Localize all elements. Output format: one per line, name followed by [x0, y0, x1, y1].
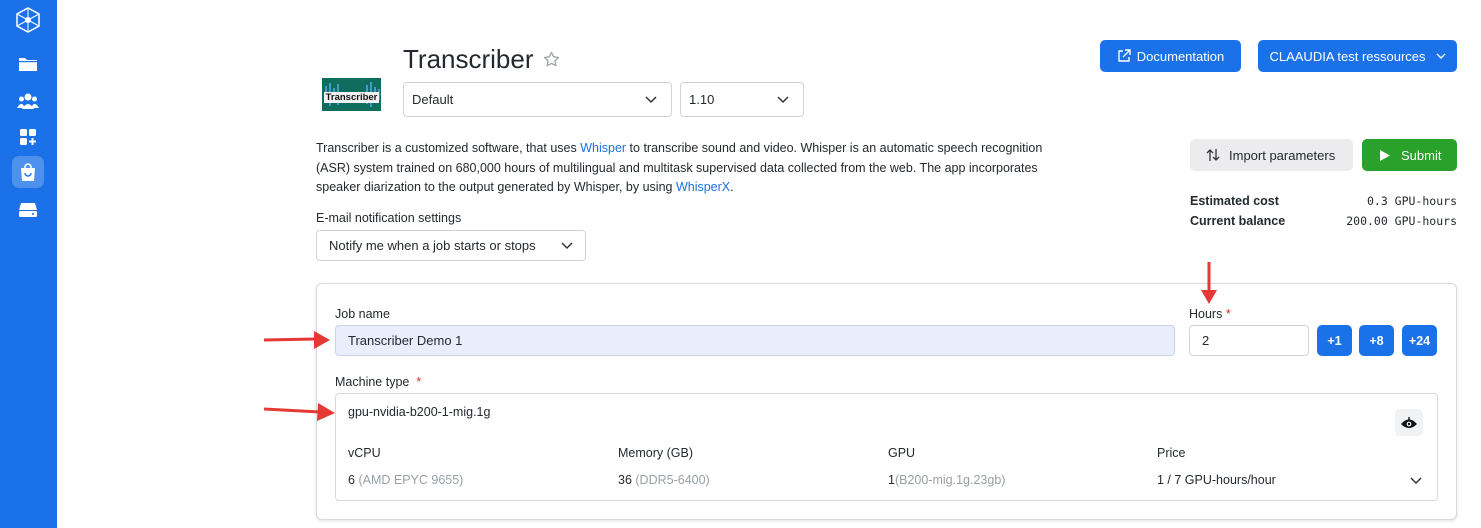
shopping-bag-icon[interactable] [12, 156, 44, 188]
preset-select[interactable]: Default [403, 82, 672, 117]
logo-text: Transcriber [323, 92, 380, 103]
chevron-down-icon [645, 95, 657, 103]
gpu-count: 1 [888, 473, 895, 487]
description-text-1: Transcriber is a customized software, th… [316, 141, 581, 155]
sidebar [0, 0, 57, 528]
machine-type-label-text: Machine type [335, 375, 410, 389]
estimated-cost-value: 0.3 GPU-hours [1366, 194, 1457, 208]
add-1-hour-button[interactable]: +1 [1317, 325, 1352, 356]
whisper-link[interactable]: Whisper [580, 141, 626, 155]
add-24-hours-button[interactable]: +24 [1402, 325, 1437, 356]
gpu-header: GPU [888, 446, 916, 460]
vcpu-value: 6 (AMD EPYC 9655) [348, 473, 463, 487]
documentation-label: Documentation [1136, 48, 1225, 64]
memory-detail: (DDR5-6400) [635, 473, 710, 487]
memory-amount: 36 [618, 473, 632, 487]
gpu-detail: (B200-mig.1g.23gb) [894, 473, 1006, 487]
import-parameters-label: Import parameters [1229, 147, 1336, 163]
star-outline-icon[interactable] [542, 50, 561, 72]
chevron-down-icon[interactable] [1410, 477, 1422, 485]
cost-summary: Estimated cost 0.3 GPU-hours Current bal… [1190, 191, 1457, 231]
hours-value: 2 [1202, 333, 1210, 348]
version-select-value: 1.10 [689, 92, 715, 107]
current-balance-label: Current balance [1190, 214, 1286, 228]
chevron-down-icon [777, 95, 789, 103]
home-logo-icon[interactable] [12, 4, 44, 36]
submit-button[interactable]: Submit [1362, 139, 1457, 171]
chevron-down-icon [561, 241, 573, 249]
documentation-button[interactable]: Documentation [1100, 40, 1241, 72]
current-balance-value: 200.00 GPU-hours [1346, 214, 1457, 228]
notification-select[interactable]: Notify me when a job starts or stops [316, 230, 586, 261]
notification-select-value: Notify me when a job starts or stops [329, 238, 536, 253]
sort-arrows-icon [1206, 149, 1220, 161]
notification-settings-label: E-mail notification settings [316, 211, 462, 225]
vcpu-detail: (AMD EPYC 9655) [358, 473, 464, 487]
external-link-icon [1118, 49, 1131, 62]
description-text-3: . [730, 180, 734, 194]
memory-header: Memory (GB) [618, 446, 693, 460]
apps-add-icon[interactable] [12, 121, 44, 153]
nvidia-eye-icon [1395, 409, 1423, 436]
annotation-arrow-right [264, 331, 330, 349]
hours-input[interactable]: 2 [1189, 325, 1309, 356]
memory-value: 36 (DDR5-6400) [618, 473, 710, 487]
resources-label: CLAAUDIA test ressources [1269, 48, 1426, 64]
server-icon[interactable] [12, 194, 44, 226]
add-8-hours-button[interactable]: +8 [1359, 325, 1394, 356]
estimated-cost-label: Estimated cost [1190, 194, 1279, 208]
required-marker: * [1225, 307, 1231, 321]
app-logo: Transcriber [322, 78, 381, 111]
required-marker: * [416, 375, 422, 389]
annotation-arrow-down [1201, 262, 1217, 304]
vcpu-header: vCPU [348, 446, 381, 460]
job-name-input[interactable]: Transcriber Demo 1 [335, 325, 1175, 356]
job-name-label: Job name [335, 307, 390, 321]
hours-label: Hours * [1189, 307, 1231, 321]
whisperx-link[interactable]: WhisperX [676, 180, 730, 194]
chevron-down-icon [1436, 53, 1446, 59]
price-value: 1 / 7 GPU-hours/hour [1157, 473, 1276, 487]
vcpu-count: 6 [348, 473, 355, 487]
import-parameters-button[interactable]: Import parameters [1190, 139, 1353, 171]
submit-label: Submit [1401, 147, 1442, 163]
play-icon [1380, 149, 1390, 161]
annotation-arrow-right [264, 403, 335, 421]
hours-label-text: Hours [1189, 307, 1223, 321]
app-title: Transcriber [403, 44, 534, 74]
version-select[interactable]: 1.10 [680, 82, 804, 117]
job-name-value: Transcriber Demo 1 [348, 333, 463, 348]
price-header: Price [1157, 446, 1186, 460]
machine-type-value: gpu-nvidia-b200-1-mig.1g [348, 405, 491, 419]
app-description: Transcriber is a customized software, th… [316, 139, 1046, 198]
machine-type-label: Machine type * [335, 375, 421, 389]
folder-icon[interactable] [12, 48, 44, 80]
users-icon[interactable] [12, 85, 44, 117]
gpu-value: 1(B200-mig.1g.23gb) [888, 473, 1005, 487]
preset-select-value: Default [412, 92, 454, 107]
resources-dropdown[interactable]: CLAAUDIA test ressources [1258, 40, 1457, 72]
